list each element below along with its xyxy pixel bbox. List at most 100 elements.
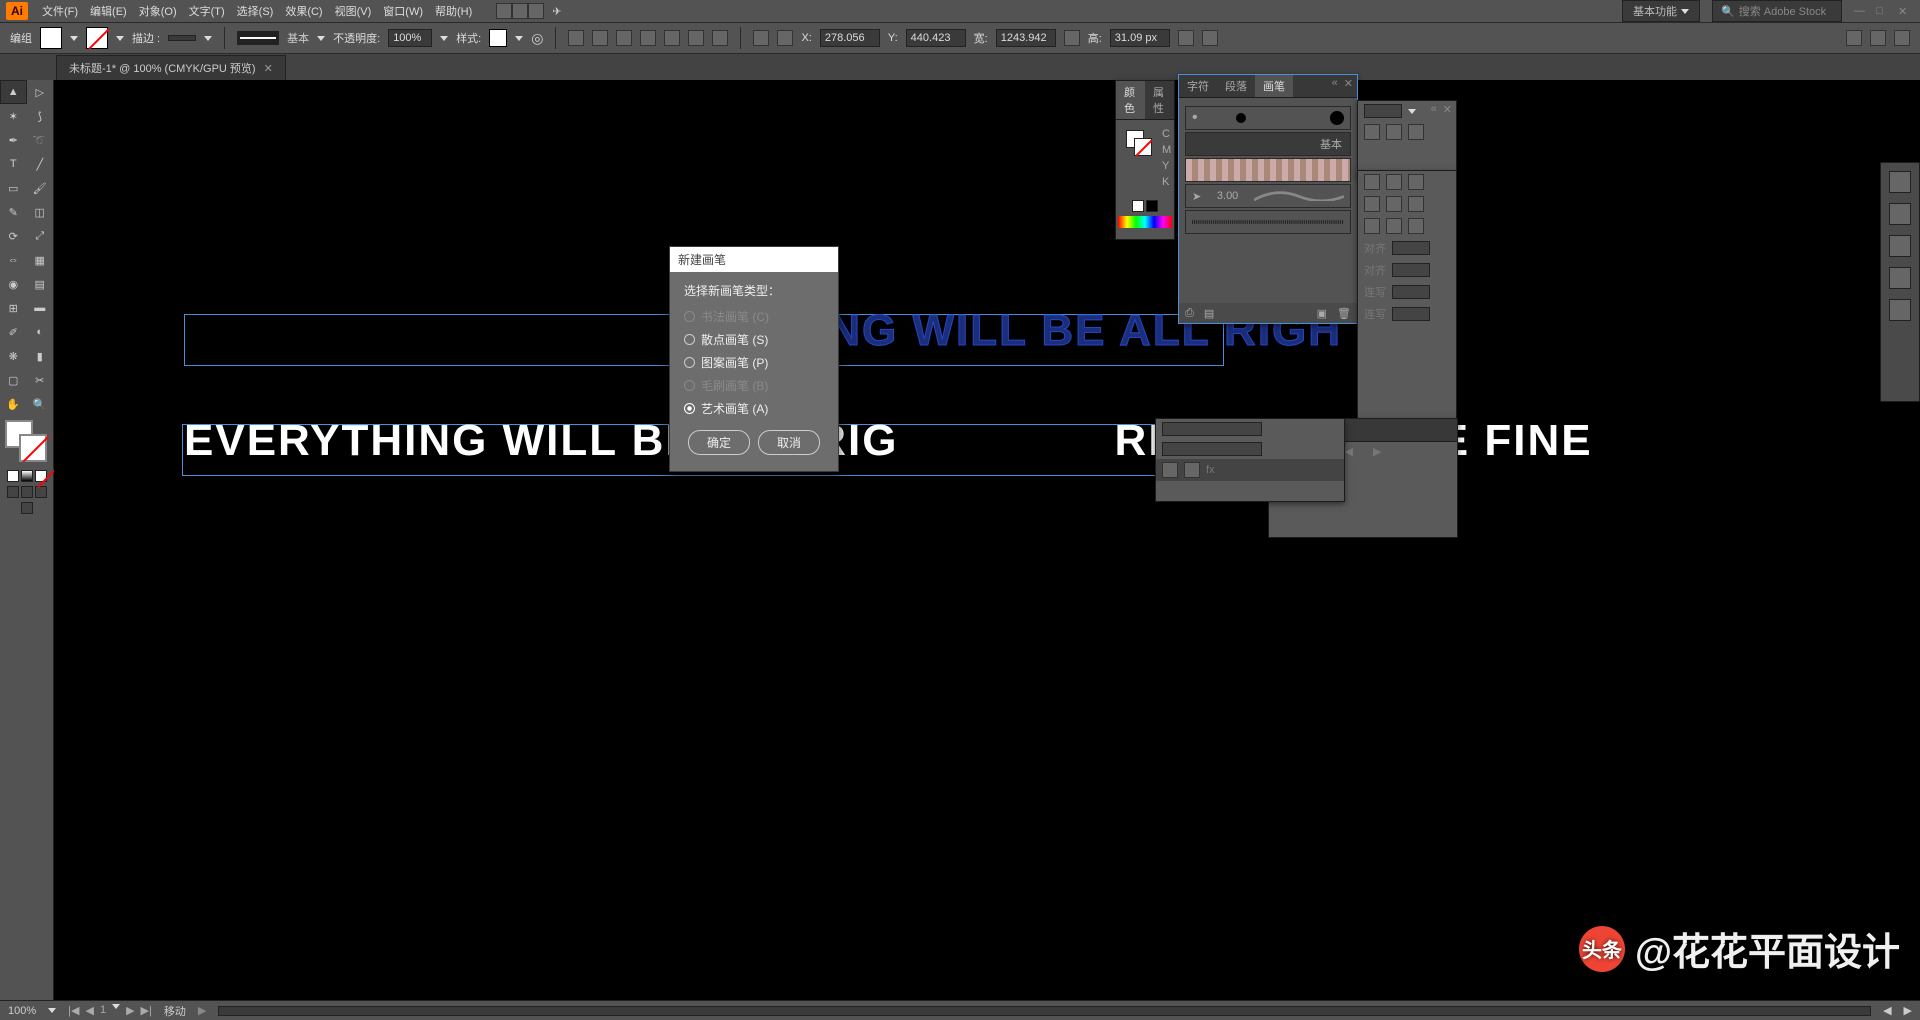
nav-last[interactable]: ▶|: [141, 1004, 152, 1017]
tool-rectangle[interactable]: ▭: [0, 176, 27, 200]
close-button[interactable]: ✕: [1898, 5, 1912, 17]
bridge-icon[interactable]: [496, 3, 512, 19]
tool-hand[interactable]: ✋: [0, 392, 27, 416]
opacity-field[interactable]: 100%: [388, 29, 432, 47]
cancel-button[interactable]: 取消: [758, 430, 820, 455]
prefs-icon[interactable]: [1870, 30, 1886, 46]
al-3[interactable]: [1408, 174, 1424, 190]
black-swatch[interactable]: [1146, 200, 1158, 212]
gradient-mode-icon[interactable]: [21, 470, 33, 482]
dock-icon-1[interactable]: [1889, 171, 1911, 193]
menu-help[interactable]: 帮助(H): [429, 3, 478, 19]
layer-icon-1[interactable]: [1162, 462, 1178, 478]
scroll-right-icon[interactable]: ▶: [1904, 1004, 1912, 1017]
align-icon-3[interactable]: [616, 30, 632, 46]
zoom-field[interactable]: 100%: [8, 1005, 36, 1017]
reference-point-icon[interactable]: [777, 30, 793, 46]
delete-brush-icon[interactable]: 🗑: [1337, 307, 1351, 320]
maximize-button[interactable]: □: [1876, 5, 1890, 17]
nav-prev[interactable]: ◀: [85, 1004, 93, 1017]
al-field-2[interactable]: [1392, 263, 1430, 277]
tool-selection[interactable]: ▲: [0, 80, 27, 104]
scroll-left-icon[interactable]: ◀: [1883, 1004, 1891, 1017]
horizontal-scrollbar[interactable]: [218, 1006, 1871, 1016]
tool-paintbrush[interactable]: 🖌: [27, 176, 54, 200]
style-swatch[interactable]: [489, 29, 507, 47]
al-2[interactable]: [1386, 174, 1402, 190]
y-field[interactable]: 440.423: [906, 29, 966, 47]
spectrum[interactable]: [1118, 216, 1172, 228]
style-dropdown[interactable]: [515, 36, 523, 41]
close-panel-icon[interactable]: ✕: [1443, 103, 1452, 116]
align-icon-7[interactable]: [712, 30, 728, 46]
recolor-icon[interactable]: ◎: [531, 30, 543, 47]
menu-effect[interactable]: 效果(C): [279, 3, 328, 19]
link-wh-icon[interactable]: [1064, 30, 1080, 46]
tool-zoom[interactable]: 🔍: [27, 392, 54, 416]
menu-edit[interactable]: 编辑(E): [84, 3, 133, 19]
stroke-profile-preview[interactable]: [237, 31, 279, 45]
tool-rotate[interactable]: ⟳: [0, 224, 27, 248]
new-brush-icon[interactable]: ▣: [1317, 307, 1327, 320]
tool-symbol-sprayer[interactable]: ❋: [0, 344, 27, 368]
al-field-4[interactable]: [1392, 307, 1430, 321]
tool-scale[interactable]: ⤢: [27, 224, 54, 248]
opacity-dropdown[interactable]: [440, 36, 448, 41]
tool-width[interactable]: ⇔: [0, 248, 27, 272]
pf-icon-3[interactable]: [1408, 124, 1424, 140]
tool-free-transform[interactable]: ▦: [27, 248, 54, 272]
brush-charcoal[interactable]: [1185, 210, 1351, 234]
layer-icon-2[interactable]: [1184, 462, 1200, 478]
tool-pen[interactable]: ✒: [0, 128, 27, 152]
collapse-icon[interactable]: «: [1431, 103, 1437, 116]
shape-icon-1[interactable]: [1178, 30, 1194, 46]
menu-type[interactable]: 文字(T): [183, 3, 231, 19]
fill-swatch[interactable]: [40, 27, 62, 49]
collapse-icon[interactable]: «: [1332, 77, 1338, 90]
canvas[interactable]: ING WILL BE ALL RIGH EVERYTHING WILL BE …: [54, 80, 1920, 1000]
stroke-weight-dropdown[interactable]: [204, 36, 212, 41]
layer-name-field[interactable]: [1162, 422, 1262, 436]
x-field[interactable]: 278.056: [820, 29, 880, 47]
al-9[interactable]: [1408, 218, 1424, 234]
align-icon-2[interactable]: [592, 30, 608, 46]
nav-prev[interactable]: ◀: [1345, 445, 1353, 458]
menu-object[interactable]: 对象(O): [133, 3, 183, 19]
dock-icon-2[interactable]: [1889, 203, 1911, 225]
al-1[interactable]: [1364, 174, 1380, 190]
stroke-weight-field[interactable]: [168, 35, 196, 41]
artboard-dropdown[interactable]: [112, 1004, 120, 1009]
tool-type[interactable]: T: [0, 152, 27, 176]
brushes-tab[interactable]: 画笔: [1255, 75, 1293, 97]
nav-first[interactable]: |◀: [68, 1004, 79, 1017]
tool-curvature[interactable]: ➰: [27, 128, 54, 152]
color-mode-icon[interactable]: [7, 470, 19, 482]
minimize-button[interactable]: —: [1854, 5, 1868, 17]
character-tab[interactable]: 字符: [1179, 75, 1217, 97]
nav-next[interactable]: ▶: [1373, 445, 1381, 458]
radio-pattern[interactable]: 图案画笔 (P): [684, 351, 824, 374]
doc-setup-icon[interactable]: [1846, 30, 1862, 46]
align-icon-4[interactable]: [640, 30, 656, 46]
tool-artboard[interactable]: ▢: [0, 368, 27, 392]
tool-shaper[interactable]: ✎: [0, 200, 27, 224]
al-7[interactable]: [1364, 218, 1380, 234]
brush-size-row[interactable]: ➤3.00: [1185, 184, 1351, 208]
align-icon-5[interactable]: [664, 30, 680, 46]
white-swatch[interactable]: [1132, 200, 1144, 212]
tool-blend[interactable]: ◐: [27, 320, 54, 344]
w-field[interactable]: 1243.942: [996, 29, 1056, 47]
align-icon-1[interactable]: [568, 30, 584, 46]
close-panel-icon[interactable]: ✕: [1344, 77, 1353, 90]
artboard-number[interactable]: 1: [100, 1004, 106, 1017]
menu-select[interactable]: 选择(S): [231, 3, 280, 19]
stroke-dropdown[interactable]: [116, 36, 124, 41]
tool-eyedropper[interactable]: ✐: [0, 320, 27, 344]
tool-mesh[interactable]: ⊞: [0, 296, 27, 320]
stroke-profile-dropdown[interactable]: [317, 36, 325, 41]
shape-icon-2[interactable]: [1202, 30, 1218, 46]
brush-options-icon[interactable]: ▤: [1204, 307, 1214, 320]
tool-eraser[interactable]: ◫: [27, 200, 54, 224]
tool-gradient[interactable]: ▬: [27, 296, 54, 320]
paragraph-tab[interactable]: 段落: [1217, 75, 1255, 97]
